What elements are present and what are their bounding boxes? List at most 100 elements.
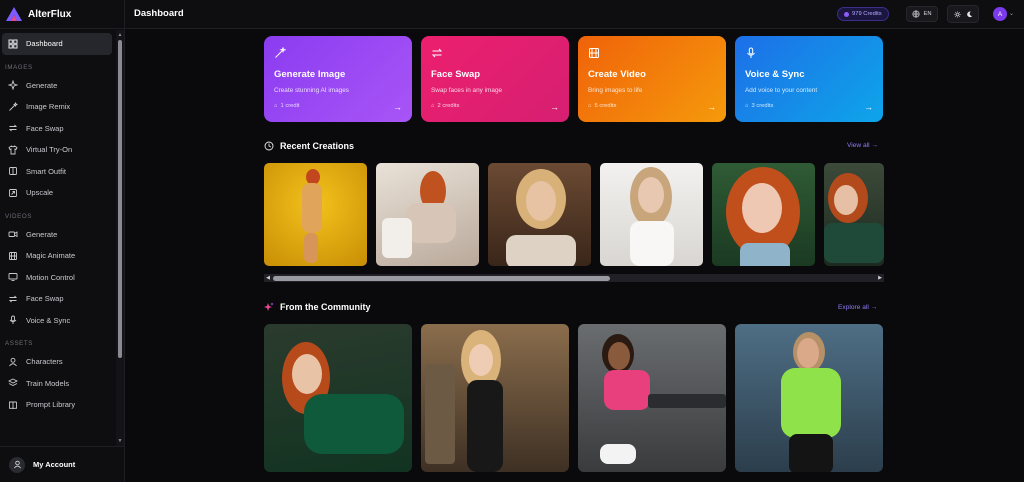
sparkles-icon (264, 302, 274, 311)
upscale-icon (9, 188, 17, 197)
credits-badge[interactable]: 979 Credits (837, 7, 889, 21)
sidebar-item-label: Train Models (26, 378, 70, 388)
sidebar-item-voice-sync[interactable]: Voice & Sync (2, 310, 112, 332)
sidebar-item-dashboard[interactable]: Dashboard (2, 33, 112, 55)
card-face-swap[interactable]: Face Swap Swap faces in any image ⌂ 2 cre… (421, 36, 569, 122)
card-credits: ⌂ 1 credit (274, 103, 300, 109)
creation-thumbnail[interactable] (600, 163, 703, 266)
tag-icon: ⌂ (588, 103, 592, 109)
creation-thumbnail[interactable] (824, 163, 884, 266)
community-thumbnail[interactable] (735, 324, 883, 472)
section-label-images: IMAGES (5, 63, 33, 71)
coin-icon (844, 11, 849, 17)
sidebar-item-smart-outfit[interactable]: Smart Outfit (2, 161, 112, 183)
clock-icon (264, 141, 274, 151)
sidebar-item-label: Image Remix (26, 102, 71, 112)
film-icon (589, 48, 599, 58)
card-title: Voice & Sync (745, 69, 805, 80)
magic-wand-icon (9, 101, 18, 111)
sidebar-item-label: Virtual Try-On (26, 145, 73, 155)
card-generate-image[interactable]: Generate Image Create stunning AI images… (264, 36, 412, 122)
sidebar-item-virtual-try-on[interactable]: Virtual Try-On (2, 139, 112, 161)
sidebar-item-label: Generate (26, 80, 58, 90)
sidebar-item-label: Face Swap (26, 123, 64, 133)
brand-logo-icon (6, 7, 22, 21)
sidebar-scrollbar-thumb[interactable] (118, 40, 122, 358)
sidebar-item-upscale[interactable]: Upscale (2, 182, 112, 204)
brand[interactable]: AlterFlux (0, 0, 124, 29)
section-label-videos: VIDEOS (5, 212, 32, 220)
film-icon (9, 251, 17, 260)
language-selector[interactable]: EN (906, 6, 938, 22)
card-description: Swap faces in any image (431, 87, 503, 94)
account-avatar (9, 456, 25, 473)
card-create-video[interactable]: Create Video Bring images to life ⌂ 5 cre… (578, 36, 726, 122)
chevron-down-icon[interactable]: ⌄ (1009, 10, 1014, 17)
arrow-right-icon: → (393, 102, 402, 112)
creation-thumbnail[interactable] (264, 163, 367, 266)
sidebar-item-video-face-swap[interactable]: Face Swap (2, 288, 112, 310)
account-button[interactable]: My Account (0, 446, 125, 482)
main-content: Generate Image Create stunning AI images… (125, 30, 1024, 482)
card-credits: ⌂ 2 credits (431, 103, 459, 109)
creation-thumbnail[interactable] (488, 163, 591, 266)
shirt-icon (8, 145, 18, 155)
creation-thumbnail[interactable] (712, 163, 815, 266)
user-avatar[interactable]: A (993, 7, 1007, 21)
sidebar-nav: Dashboard IMAGES Generate Image Remix Fa… (0, 33, 116, 443)
horizontal-scrollbar[interactable]: ◀ ▶ (264, 274, 884, 282)
scroll-up-arrow-icon[interactable]: ▲ (117, 32, 123, 38)
community-thumbnail[interactable] (264, 324, 412, 472)
card-credits-label: 1 credit (280, 103, 300, 109)
language-label: EN (923, 11, 932, 17)
page-title: Dashboard (134, 8, 184, 19)
app-root: AlterFlux Dashboard IMAGES Generate Imag… (0, 0, 1024, 482)
quick-action-cards: Generate Image Create stunning AI images… (264, 36, 883, 122)
scroll-down-arrow-icon[interactable]: ▼ (117, 438, 123, 444)
horizontal-scrollbar-thumb[interactable] (273, 275, 610, 281)
explore-all-link[interactable]: Explore all → (838, 304, 877, 311)
top-header: Dashboard 979 Credits EN A ⌄ (125, 0, 1024, 29)
recent-creations-row (264, 163, 884, 266)
sidebar-item-label: Prompt Library (26, 400, 76, 410)
credits-label: 979 Credits (852, 11, 882, 17)
scroll-right-arrow-icon[interactable]: ▶ (876, 274, 884, 282)
card-credits: ⌂ 5 credits (588, 103, 616, 109)
card-credits-label: 3 credits (751, 103, 774, 109)
card-description: Create stunning AI images (274, 87, 349, 94)
sparkle-icon (8, 80, 18, 91)
card-credits: ⌂ 3 credits (745, 103, 773, 109)
moon-icon[interactable] (966, 11, 973, 18)
sidebar-item-label: Smart Outfit (26, 166, 67, 176)
tag-icon: ⌂ (274, 103, 278, 109)
sidebar-item-prompt-library[interactable]: Prompt Library (2, 394, 112, 416)
theme-toggle[interactable] (947, 5, 979, 23)
sidebar-item-magic-animate[interactable]: Magic Animate (2, 245, 112, 267)
sidebar-item-motion-control[interactable]: Motion Control (2, 267, 112, 289)
scroll-left-arrow-icon[interactable]: ◀ (264, 274, 272, 282)
brand-name: AlterFlux (28, 8, 72, 20)
sidebar-item-image-remix[interactable]: Image Remix (2, 96, 112, 118)
arrow-right-icon: → (707, 102, 716, 112)
sun-icon[interactable] (953, 10, 961, 18)
card-title: Generate Image (274, 69, 346, 80)
sidebar-item-label: Voice & Sync (26, 315, 71, 325)
sidebar-item-video-generate[interactable]: Generate (2, 224, 112, 246)
community-heading: From the Community (264, 302, 371, 312)
creation-thumbnail[interactable] (376, 163, 479, 266)
section-title: From the Community (280, 302, 371, 312)
sidebar-item-image-face-swap[interactable]: Face Swap (2, 118, 112, 140)
swap-icon (431, 48, 443, 58)
community-thumbnail[interactable] (578, 324, 726, 472)
community-thumbnail[interactable] (421, 324, 569, 472)
section-label-assets: ASSETS (5, 340, 34, 347)
dashboard-icon (8, 39, 18, 49)
video-camera-icon (8, 231, 18, 238)
sidebar-item-image-generate[interactable]: Generate (2, 75, 112, 97)
sidebar-item-label: Characters (26, 357, 63, 367)
tag-icon: ⌂ (431, 103, 435, 109)
sidebar-item-characters[interactable]: Characters (2, 351, 112, 373)
card-voice-sync[interactable]: Voice & Sync Add voice to your content ⌂… (735, 36, 883, 122)
view-all-link[interactable]: View all → (847, 142, 878, 149)
sidebar-item-train-models[interactable]: Train Models (2, 373, 112, 395)
